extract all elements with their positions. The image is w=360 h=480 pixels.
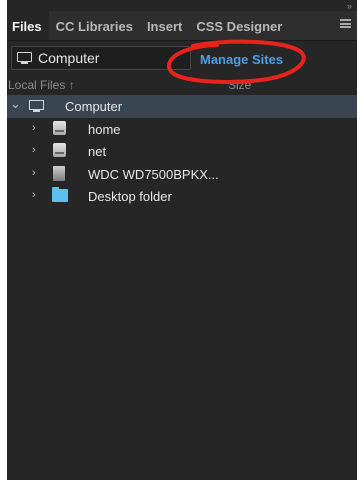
- tree-row-label: Desktop folder: [88, 189, 172, 204]
- tab-files[interactable]: Files: [7, 11, 49, 40]
- external-drive-icon: [53, 165, 65, 181]
- size-column-header[interactable]: Size: [228, 78, 251, 92]
- tab-cc-libraries[interactable]: CC Libraries: [49, 11, 140, 40]
- tree-row-net[interactable]: › net: [7, 140, 357, 163]
- monitor-icon: [17, 52, 32, 64]
- tree-row-home[interactable]: › home: [7, 118, 357, 141]
- tab-insert[interactable]: Insert: [140, 11, 189, 40]
- tree-row-label: home: [88, 121, 121, 137]
- hard-drive-icon: [53, 143, 66, 157]
- sort-ascending-icon: ↑: [68, 78, 75, 92]
- files-panel: » Files CC Libraries Insert CSS Designer…: [7, 0, 357, 480]
- chevron-down-icon[interactable]: ⌄: [10, 96, 21, 112]
- panel-tab-bar: Files CC Libraries Insert CSS Designer: [7, 11, 357, 41]
- chevron-right-icon[interactable]: ›: [32, 167, 36, 179]
- manage-sites-link[interactable]: Manage Sites: [200, 52, 283, 67]
- local-files-label: Local Files: [8, 78, 66, 92]
- folder-icon: [52, 187, 68, 202]
- chevron-right-icon[interactable]: ›: [32, 144, 36, 156]
- tab-css-designer[interactable]: CSS Designer: [189, 11, 289, 40]
- local-files-column-header[interactable]: Local Files ↑: [8, 78, 75, 92]
- chevron-right-icon[interactable]: ›: [32, 122, 36, 134]
- site-toolbar: Computer Manage Sites: [7, 44, 357, 74]
- hard-drive-icon: [53, 120, 66, 135]
- site-dropdown-value: Computer: [38, 50, 100, 66]
- tree-row-label: net: [88, 144, 107, 159]
- tree-row-label: Computer: [65, 99, 123, 114]
- file-tree: ⌄ Computer › home › net › WDC WD7500BPKX…: [7, 95, 357, 208]
- collapse-panel-icon[interactable]: »: [347, 1, 352, 11]
- tree-row-label: WDC WD7500BPKX...: [88, 166, 219, 182]
- chevron-right-icon[interactable]: ›: [32, 189, 36, 201]
- monitor-icon: [29, 100, 44, 113]
- tree-row-computer[interactable]: ⌄ Computer: [7, 95, 357, 118]
- tree-row-wdc-drive[interactable]: › WDC WD7500BPKX...: [7, 163, 357, 186]
- column-header: Local Files ↑ Size: [7, 76, 357, 94]
- site-dropdown[interactable]: Computer: [11, 46, 191, 70]
- screenshot-frame: » Files CC Libraries Insert CSS Designer…: [0, 0, 360, 480]
- panel-menu-icon[interactable]: [340, 19, 351, 28]
- tree-row-desktop-folder[interactable]: › Desktop folder: [7, 185, 357, 208]
